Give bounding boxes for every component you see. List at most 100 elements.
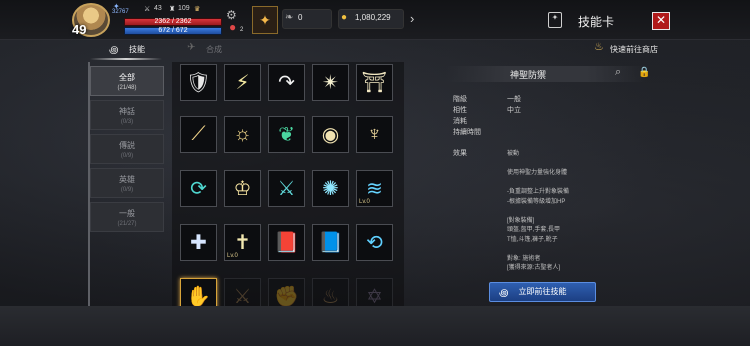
skill-slot[interactable]: 🛡 (180, 64, 217, 101)
skill-slot[interactable]: ⟲ (356, 224, 393, 261)
cross-shield-icon: ✚ (190, 232, 207, 254)
category-all[interactable]: 全部 (21/48) (90, 66, 164, 96)
whirlwind-icon: ≋ (366, 178, 383, 200)
quick-shop-link[interactable]: 快速前往商店 (610, 44, 658, 55)
effect-line: [對象裝備] (507, 217, 535, 224)
orb-icon: ◉ (321, 124, 340, 146)
chevron-right-icon[interactable]: › (410, 11, 414, 26)
holy-hand-icon: ✋ (186, 286, 211, 306)
skill-slot[interactable]: ≋ Lv.0 (356, 170, 393, 207)
power-value: 32767 (112, 9, 129, 15)
skill-card-icon: ✦ (548, 12, 562, 28)
category-legend[interactable]: 傳説 (0/9) (90, 134, 164, 164)
claw-icon: ✦ (259, 11, 271, 28)
attack-value: 43 (154, 5, 162, 12)
swirl-button-icon: ꩜ (499, 288, 509, 299)
gold-value: 1,080,229 (355, 13, 391, 22)
close-button[interactable]: ✕ (652, 12, 670, 30)
skill-name: 神聖防禦 (510, 70, 547, 80)
category-hero[interactable]: 英雄 (0/9) (90, 168, 164, 198)
category-name: 英雄 (119, 175, 135, 184)
holy-sword-icon: ✝ (234, 232, 251, 254)
equipped-item-slot[interactable]: ✦ (252, 6, 278, 34)
gold-bag-icon: ♨ (594, 41, 604, 53)
skill-slot[interactable]: ✚ (180, 224, 217, 261)
skill-slot[interactable]: ↷ (268, 64, 305, 101)
effect-label: 效果 (453, 150, 467, 157)
skill-slot[interactable]: 📕 (268, 224, 305, 261)
prop-label-affinity: 相性 (453, 107, 467, 114)
dim-sword-icon: ⚔ (233, 286, 252, 306)
skill-slot[interactable]: ⟋ (180, 116, 217, 153)
skill-slot[interactable]: ⟳ (180, 170, 217, 207)
skill-slot[interactable]: ♔ (224, 170, 261, 207)
leaf-sword-icon: ❦ (278, 124, 295, 146)
blue-book-icon: 📘 (318, 232, 343, 254)
search-icon[interactable]: ⌕ (615, 66, 621, 79)
category-count: (0/9) (120, 187, 134, 193)
blade-icon: ⚔ (277, 178, 296, 200)
sparkle-city-icon: ♔ (233, 178, 252, 200)
skill-slot[interactable]: ✡ (356, 278, 393, 306)
effect-line: 對象: 施術者 (507, 255, 541, 262)
skill-slot[interactable]: ⚡ (224, 64, 261, 101)
skill-slot[interactable]: ⛩ (356, 64, 393, 101)
category-myth[interactable]: 神話 (0/3) (90, 100, 164, 130)
category-count: (0/9) (120, 153, 134, 159)
potion-icon[interactable]: ● (229, 20, 236, 34)
skill-slot[interactable]: ⚔ (268, 170, 305, 207)
lock-icon[interactable]: 🔒 (638, 67, 650, 78)
helm-stat-icon: ♜ (169, 6, 176, 13)
category-name: 全部 (119, 73, 135, 82)
shield-icon: 🛡 (185, 72, 212, 94)
skill-slot[interactable]: ✊ (268, 278, 305, 306)
active-tab-indicator (90, 58, 162, 60)
dim-fist-icon: ✊ (274, 286, 299, 306)
skill-slot[interactable]: ✝ Lv.0 (224, 224, 261, 261)
top-bar: 49 ✦ 32767 ⚔ 43 ♜ 109 ♛ 2362 / 2362 672 … (0, 0, 750, 40)
effect-line: T恤,斗篷,褲子,靴子 (507, 236, 558, 243)
category-count: (21/27) (117, 221, 137, 227)
tab-bar: ꩜ 技能 ✈ 合成 ♨ 快速前往商店 (0, 40, 750, 60)
altar-icon: ⛩ (361, 72, 388, 94)
tab-compose[interactable]: 合成 (206, 44, 222, 55)
skill-slot[interactable]: ☼ (224, 116, 261, 153)
prop-value-rank: 一般 (507, 96, 521, 103)
defense-value: 109 (178, 5, 190, 12)
category-count: (0/3) (120, 119, 134, 125)
effect-line: 被動 (507, 151, 520, 157)
wing-icon: ❧ (285, 12, 294, 23)
category-normal[interactable]: 一般 (21/27) (90, 202, 164, 232)
skill-slot[interactable]: ⚔ (224, 278, 261, 306)
skill-slot[interactable]: ♨ (312, 278, 349, 306)
prop-label-rank: 階級 (453, 96, 467, 103)
skill-slot[interactable]: 📘 (312, 224, 349, 261)
skill-slot[interactable]: ❦ (268, 116, 305, 153)
tab-skills[interactable]: 技能 (129, 44, 145, 55)
prop-label-cost: 消耗 (453, 118, 467, 125)
skill-slot[interactable]: ✴ (312, 64, 349, 101)
skill-slot[interactable]: ♆ (356, 116, 393, 153)
hp-bar: 2362 / 2362 (124, 18, 222, 26)
sword-icon: ⚔ (144, 6, 151, 13)
lightning-icon: ⚡ (235, 72, 250, 94)
sun-gear-icon: ☼ (233, 123, 252, 145)
helm-icon: ♆ (367, 123, 382, 145)
skill-slot[interactable]: ✺ (312, 170, 349, 207)
gold-coin-icon: ● (341, 12, 348, 23)
swirl-icon: ꩜ (109, 45, 119, 56)
cycle-icon: ⟳ (190, 178, 207, 200)
bottom-bar (0, 306, 750, 346)
secondary-currency-value: 0 (298, 13, 303, 22)
prop-value-affinity: 中立 (507, 107, 521, 114)
go-to-skill-label: 立即前往技能 (518, 287, 567, 296)
slash-icon: ⟋ (191, 123, 206, 145)
player-level: 49 (72, 22, 87, 37)
skill-slot[interactable]: ✋ (180, 278, 217, 306)
effect-line: 使用神聖力量強化身體 (507, 170, 568, 176)
effect-line: [獲得來源:古聖者人] (507, 265, 561, 271)
scroll-icon: ⟲ (366, 232, 383, 254)
skill-slot[interactable]: ◉ (312, 116, 349, 153)
category-count: (21/48) (117, 85, 137, 91)
buff-icon: ♛ (194, 6, 201, 13)
